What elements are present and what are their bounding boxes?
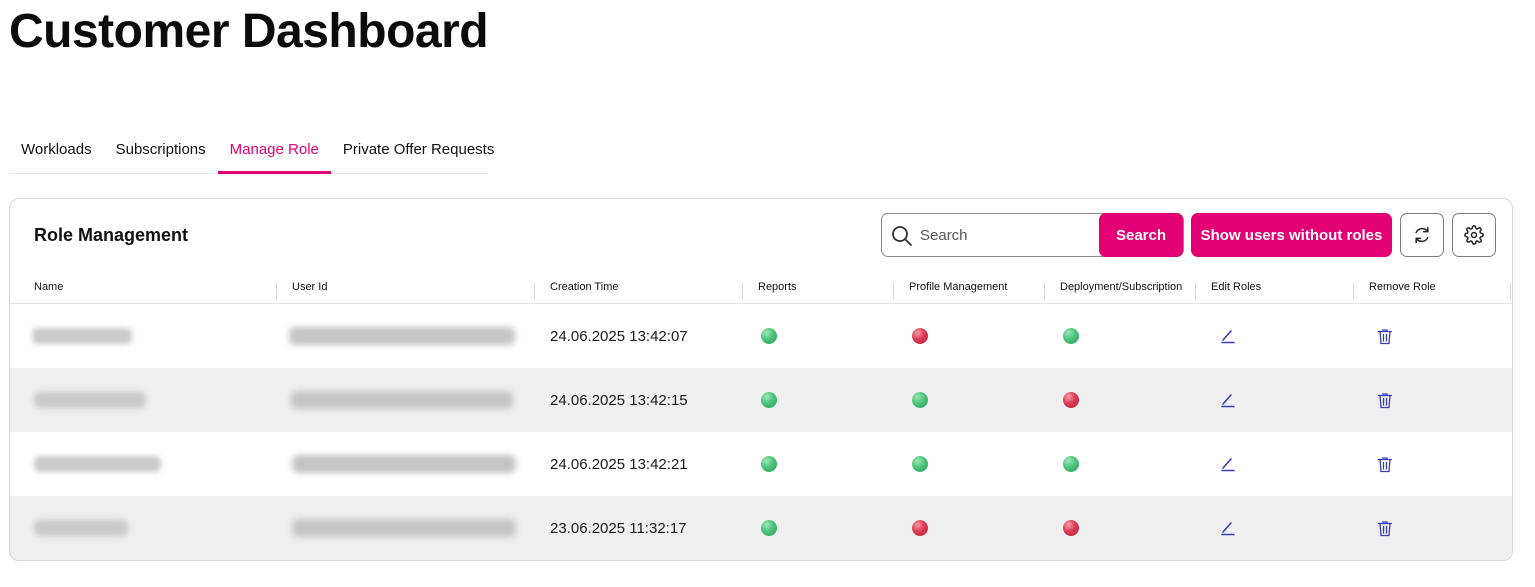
name-cell-redacted (34, 432, 161, 496)
column-divider[interactable] (1510, 283, 1511, 300)
trash-icon[interactable] (1376, 519, 1394, 537)
tab-manage-role[interactable]: Manage Role (217, 127, 331, 174)
tab-workloads[interactable]: Workloads (9, 127, 104, 173)
status-dot-granted (761, 520, 777, 536)
remove-role-cell (1376, 368, 1394, 432)
header-user-id[interactable]: User Id (292, 275, 327, 304)
remove-role-cell (1376, 432, 1394, 496)
column-divider[interactable] (742, 283, 743, 300)
header-name[interactable]: Name (34, 275, 63, 304)
status-dot-granted (912, 456, 928, 472)
deployment-subscription-status (1063, 368, 1079, 432)
status-dot-denied (1063, 520, 1079, 536)
tab-bar: Workloads Subscriptions Manage Role Priv… (9, 127, 494, 174)
show-users-without-roles-button[interactable]: Show users without roles (1191, 213, 1392, 257)
search-icon (892, 226, 912, 246)
status-dot-granted (1063, 328, 1079, 344)
status-dot-denied (1063, 392, 1079, 408)
reports-status (761, 304, 777, 368)
role-management-card: Role Management Search Show users withou… (9, 198, 1513, 561)
gear-icon (1464, 225, 1484, 245)
status-dot-denied (912, 520, 928, 536)
header-creation-time[interactable]: Creation Time (550, 275, 618, 304)
header-edit-roles[interactable]: Edit Roles (1211, 275, 1261, 304)
remove-role-cell (1376, 496, 1394, 560)
profile-management-status (912, 432, 928, 496)
card-title: Role Management (34, 225, 189, 245)
column-divider[interactable] (534, 283, 535, 300)
profile-management-status (912, 304, 928, 368)
trash-icon[interactable] (1376, 391, 1394, 409)
user-id-cell-redacted (291, 368, 513, 432)
user-id-cell-redacted (289, 304, 515, 368)
tab-private-offer-requests[interactable]: Private Offer Requests (331, 127, 506, 173)
column-divider[interactable] (893, 283, 894, 300)
settings-button[interactable] (1452, 213, 1496, 257)
user-id-cell-redacted (292, 496, 516, 560)
remove-role-cell (1376, 304, 1394, 368)
trash-icon[interactable] (1376, 327, 1394, 345)
creation-time-cell: 23.06.2025 11:32:17 (550, 519, 687, 537)
deployment-subscription-status (1063, 304, 1079, 368)
refresh-icon (1415, 226, 1429, 244)
profile-management-status (912, 368, 928, 432)
reports-status (761, 368, 777, 432)
edit-icon[interactable] (1219, 327, 1237, 345)
edit-roles-cell (1219, 496, 1237, 560)
search-button[interactable]: Search (1099, 213, 1183, 257)
tab-subscriptions[interactable]: Subscriptions (104, 127, 218, 173)
column-divider[interactable] (1353, 283, 1354, 300)
name-cell-redacted (34, 368, 146, 432)
edit-roles-cell (1219, 432, 1237, 496)
status-dot-denied (912, 328, 928, 344)
table-header: Name User Id Creation Time Reports Profi… (10, 275, 1512, 304)
table-row: 24.06.2025 13:42:07 (10, 304, 1512, 368)
status-dot-granted (912, 392, 928, 408)
table-row: 24.06.2025 13:42:15 (10, 368, 1512, 432)
header-profile-management[interactable]: Profile Management (909, 275, 1007, 304)
status-dot-granted (761, 328, 777, 344)
edit-roles-cell (1219, 368, 1237, 432)
header-remove-role[interactable]: Remove Role (1369, 275, 1436, 304)
reports-status (761, 432, 777, 496)
name-cell-redacted (34, 496, 128, 560)
trash-icon[interactable] (1376, 455, 1394, 473)
column-divider[interactable] (276, 283, 277, 300)
header-deployment-subscription[interactable]: Deployment/Subscription (1060, 275, 1182, 304)
creation-time-cell: 24.06.2025 13:42:15 (550, 391, 688, 409)
user-id-cell-redacted (292, 432, 516, 496)
column-divider[interactable] (1044, 283, 1045, 300)
status-dot-granted (1063, 456, 1079, 472)
edit-icon[interactable] (1219, 519, 1237, 537)
refresh-button[interactable] (1400, 213, 1444, 257)
status-dot-granted (761, 392, 777, 408)
creation-time-cell: 24.06.2025 13:42:07 (550, 327, 688, 345)
status-dot-granted (761, 456, 777, 472)
edit-icon[interactable] (1219, 455, 1237, 473)
creation-time-cell: 24.06.2025 13:42:21 (550, 455, 688, 473)
name-cell-redacted (32, 304, 132, 368)
header-reports[interactable]: Reports (758, 275, 797, 304)
role-table: Name User Id Creation Time Reports Profi… (10, 275, 1512, 560)
search-input[interactable] (920, 214, 1100, 256)
reports-status (761, 496, 777, 560)
page-title: Customer Dashboard (9, 5, 489, 58)
edit-icon[interactable] (1219, 391, 1237, 409)
profile-management-status (912, 496, 928, 560)
deployment-subscription-status (1063, 432, 1079, 496)
deployment-subscription-status (1063, 496, 1079, 560)
edit-roles-cell (1219, 304, 1237, 368)
table-row: 23.06.2025 11:32:17 (10, 496, 1512, 560)
table-row: 24.06.2025 13:42:21 (10, 432, 1512, 496)
column-divider[interactable] (1195, 283, 1196, 300)
